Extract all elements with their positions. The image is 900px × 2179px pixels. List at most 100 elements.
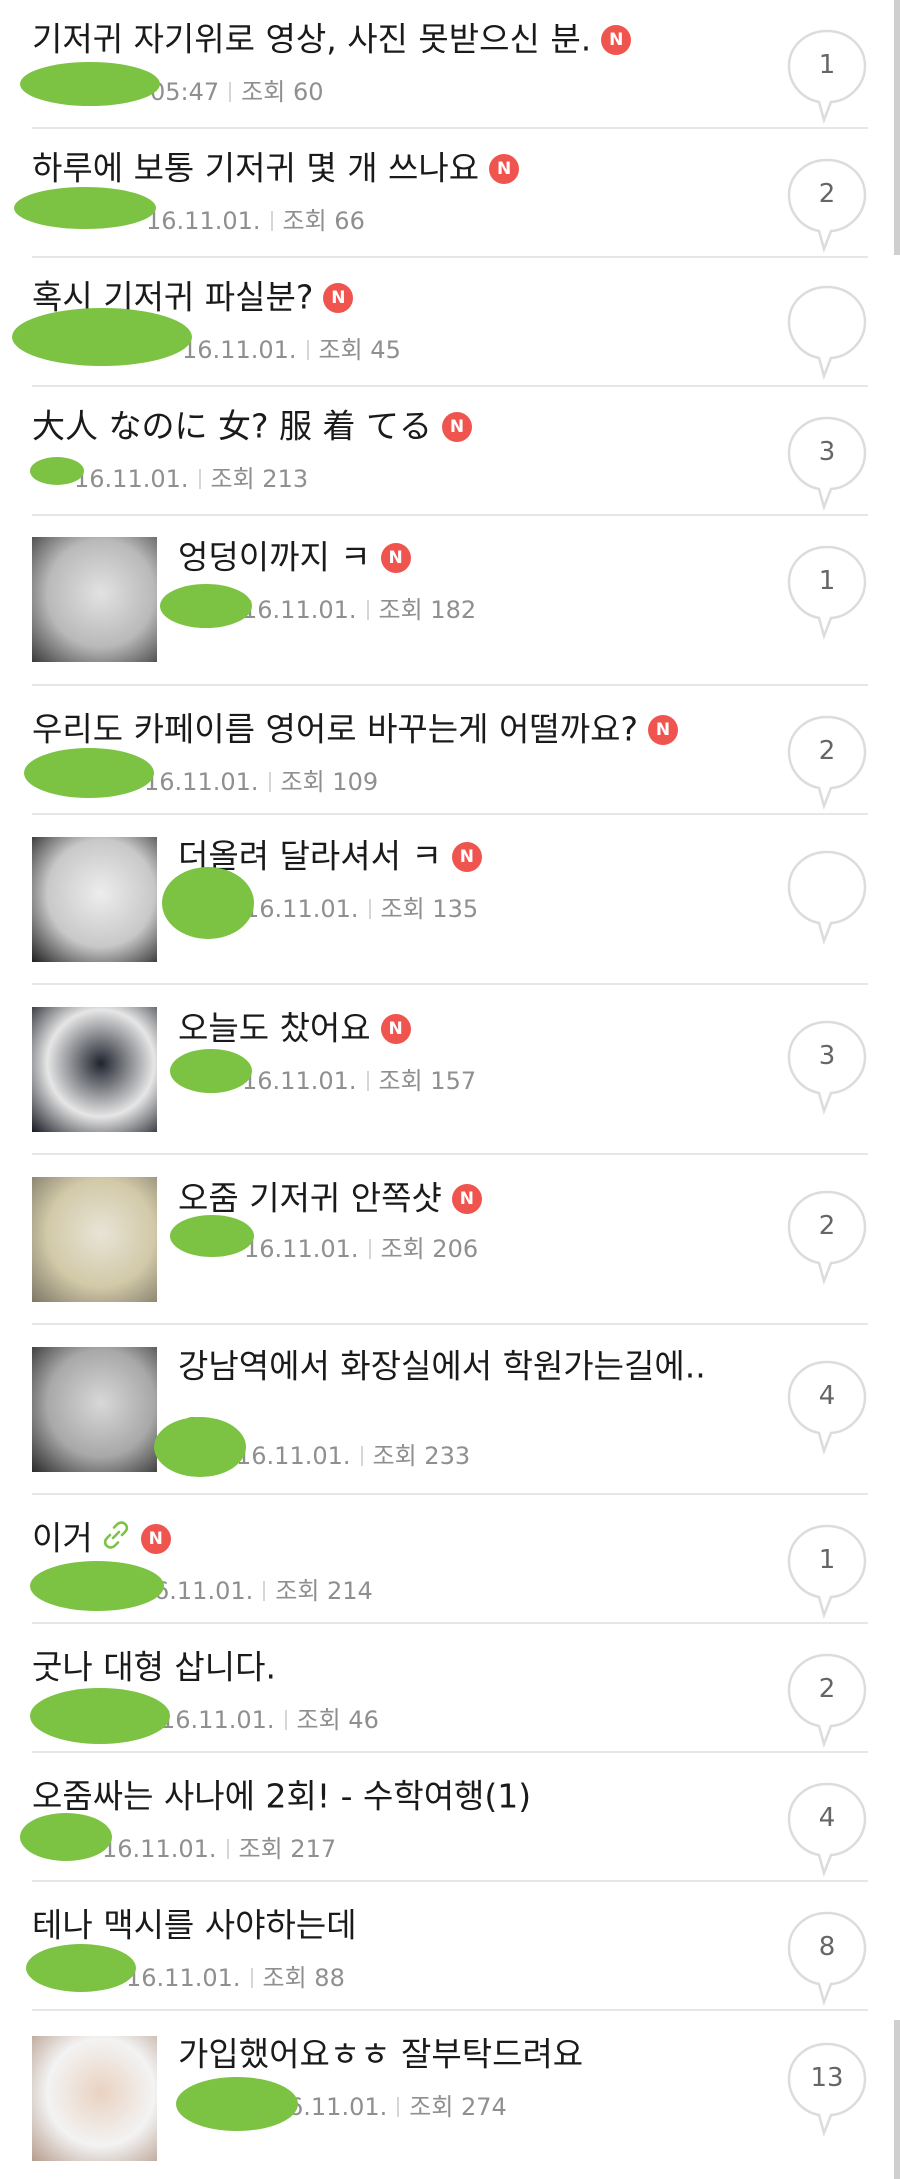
comment-count-bubble[interactable]: 4 [786, 1359, 868, 1455]
author-redaction [160, 584, 252, 628]
post-item[interactable]: 가입했어요ㅎㅎ 잘부탁드려요 6.11.01. 조회 274 13 [0, 2011, 900, 2179]
meta-divider [229, 82, 232, 102]
post-item[interactable]: 이거 N 6.11.01. 조회 214 1 [0, 1495, 900, 1624]
comment-count: 13 [810, 2063, 844, 2093]
post-item[interactable]: 테나 맥시를 사야하는데 16.11.01. 조회 88 8 [0, 1882, 900, 2011]
post-item[interactable]: 더올려 달라셔서 ㅋ N 16.11.01. 조회 135 [0, 815, 900, 985]
post-thumbnail[interactable] [32, 837, 157, 962]
post-thumbnail[interactable] [32, 1347, 157, 1472]
post-thumbnail[interactable] [32, 1177, 157, 1302]
new-badge: N [601, 24, 632, 55]
author-redaction [176, 2077, 298, 2131]
post-date: 16.11.01. [144, 768, 259, 796]
post-title-text: 하루에 보통 기저귀 몇 개 쓰나요 [32, 148, 480, 188]
post-date: 16.11.01. [242, 596, 357, 624]
post-meta: 6.11.01. 조회 214 [154, 1571, 373, 1606]
post-meta: 16.11.01. 조회 135 [244, 889, 478, 924]
comment-count-bubble[interactable]: 4 [786, 1781, 868, 1877]
post-title[interactable]: 테나 맥시를 사야하는데 [32, 1904, 357, 1945]
post-meta: 16.11.01. 조회 206 [244, 1229, 478, 1264]
post-title[interactable]: 기저귀 자기위로 영상, 사진 못받으신 분. N [32, 18, 632, 59]
post-date: 16.11.01. [146, 207, 261, 235]
new-badge: N [441, 411, 472, 442]
post-title[interactable]: 가입했어요ㅎㅎ 잘부탁드려요 [178, 2033, 583, 2074]
post-meta: 16.11.01. 조회 157 [242, 1061, 476, 1096]
comment-count-bubble[interactable]: 3 [786, 415, 868, 511]
post-title[interactable]: 오줌싸는 사나에 2회! - 수학여행(1) [32, 1775, 531, 1816]
comment-count-bubble[interactable]: 2 [786, 157, 868, 253]
meta-divider [368, 899, 371, 919]
comment-count-bubble[interactable] [786, 849, 868, 945]
post-title[interactable]: 오늘도 찼어요 N [178, 1007, 411, 1048]
post-meta: 16.11.01. 조회 45 [182, 330, 401, 365]
post-title[interactable]: 하루에 보통 기저귀 몇 개 쓰나요 N [32, 147, 520, 188]
post-thumbnail[interactable] [32, 537, 157, 662]
post-title[interactable]: 오줌 기저귀 안쪽샷 N [178, 1177, 482, 1218]
post-meta: 16.11.01. 조회 217 [102, 1829, 336, 1864]
comment-count-bubble[interactable] [786, 284, 868, 380]
post-title[interactable]: 이거 N [32, 1517, 171, 1558]
post-title[interactable]: 굿나 대형 삽니다. [32, 1646, 276, 1687]
post-item[interactable]: 오줌 기저귀 안쪽샷 N 16.11.01. 조회 206 2 [0, 1155, 900, 1325]
comment-count: 4 [818, 1381, 836, 1411]
post-date: 16.11.01. [160, 1706, 275, 1734]
post-views: 조회 233 [372, 1442, 471, 1470]
comment-count-bubble[interactable]: 2 [786, 1189, 868, 1285]
meta-divider [284, 1710, 287, 1730]
post-date: 16.11.01. [74, 465, 189, 493]
author-redaction [162, 867, 254, 939]
new-badge: N [140, 1523, 171, 1554]
post-meta: 16.11.01. 조회 213 [74, 459, 308, 494]
scrollbar-thumb-top[interactable] [894, 0, 900, 255]
author-redaction [14, 187, 156, 229]
post-item[interactable]: 강남역에서 화장실에서 학원가는길에..N16.11.01.조회 2334 [0, 1325, 900, 1495]
post-title[interactable]: 강남역에서 화장실에서 학원가는길에.. [178, 1345, 706, 1386]
post-item[interactable]: 우리도 카페이름 영어로 바꾸는게 어떨까요? N 16.11.01. 조회 109 2 [0, 686, 900, 815]
post-title-text: 기저귀 자기위로 영상, 사진 못받으신 분. [32, 19, 592, 59]
author-redaction [30, 457, 84, 485]
meta-divider [366, 600, 369, 620]
comment-count: 1 [818, 1545, 836, 1575]
post-item[interactable]: 오늘도 찼어요 N 16.11.01. 조회 157 3 [0, 985, 900, 1155]
post-date: 16.11.01. [242, 1067, 357, 1095]
post-item[interactable]: 하루에 보통 기저귀 몇 개 쓰나요 N 16.11.01. 조회 66 2 [0, 129, 900, 258]
comment-count [786, 849, 868, 923]
post-title[interactable]: 엉덩이까지 ㅋ N [178, 536, 411, 577]
post-item[interactable]: 大人 なのに 女? 服 着 てる N 16.11.01. 조회 213 3 [0, 387, 900, 516]
post-meta: 6.11.01. 조회 274 [288, 2087, 507, 2122]
post-thumbnail[interactable] [32, 2036, 157, 2161]
post-title[interactable]: 大人 なのに 女? 服 着 てる N [32, 405, 472, 446]
comment-count: 2 [818, 736, 836, 766]
post-thumbnail[interactable] [32, 1007, 157, 1132]
post-item[interactable]: 기저귀 자기위로 영상, 사진 못받으신 분. N 05:47 조회 60 1 [0, 0, 900, 129]
comment-count-bubble[interactable]: 1 [786, 28, 868, 124]
post-item[interactable]: 오줌싸는 사나에 2회! - 수학여행(1) 16.11.01. 조회 217 4 [0, 1753, 900, 1882]
link-icon [101, 1519, 131, 1559]
post-meta: 16.11.01. 조회 88 [126, 1958, 345, 1993]
post-views: 조회 206 [380, 1235, 479, 1263]
post-meta: 16.11.01. 조회 233 [236, 1436, 470, 1471]
new-badge: N [647, 714, 678, 745]
comment-count-bubble[interactable]: 2 [786, 1652, 868, 1748]
comment-count-bubble[interactable]: 8 [786, 1910, 868, 2006]
post-views: 조회 274 [409, 2093, 507, 2121]
post-date: 16.11.01. [244, 1235, 359, 1263]
post-views: 조회 213 [210, 465, 309, 493]
post-date: 16.11.01. [102, 1835, 217, 1863]
meta-divider [366, 1071, 369, 1091]
post-title[interactable]: 우리도 카페이름 영어로 바꾸는게 어떨까요? N [32, 708, 678, 749]
post-date: 16.11.01. [126, 1964, 241, 1992]
post-item[interactable]: 엉덩이까지 ㅋ N 16.11.01. 조회 182 1 [0, 516, 900, 686]
post-date: 6.11.01. [288, 2093, 388, 2121]
comment-count-bubble[interactable]: 13 [786, 2041, 868, 2137]
comment-count-bubble[interactable]: 2 [786, 714, 868, 810]
scrollbar-thumb-bottom[interactable] [894, 2020, 900, 2179]
post-title-text: 오줌싸는 사나에 2회! - 수학여행(1) [32, 1776, 532, 1816]
comment-count-bubble[interactable]: 1 [786, 544, 868, 640]
comment-count-bubble[interactable]: 1 [786, 1523, 868, 1619]
post-item[interactable]: 굿나 대형 삽니다. 16.11.01. 조회 46 2 [0, 1624, 900, 1753]
comment-count-bubble[interactable]: 3 [786, 1019, 868, 1115]
post-views: 조회 45 [318, 336, 401, 364]
comment-count: 2 [818, 1674, 836, 1704]
post-item[interactable]: 혹시 기저귀 파실분? N 16.11.01. 조회 45 [0, 258, 900, 387]
